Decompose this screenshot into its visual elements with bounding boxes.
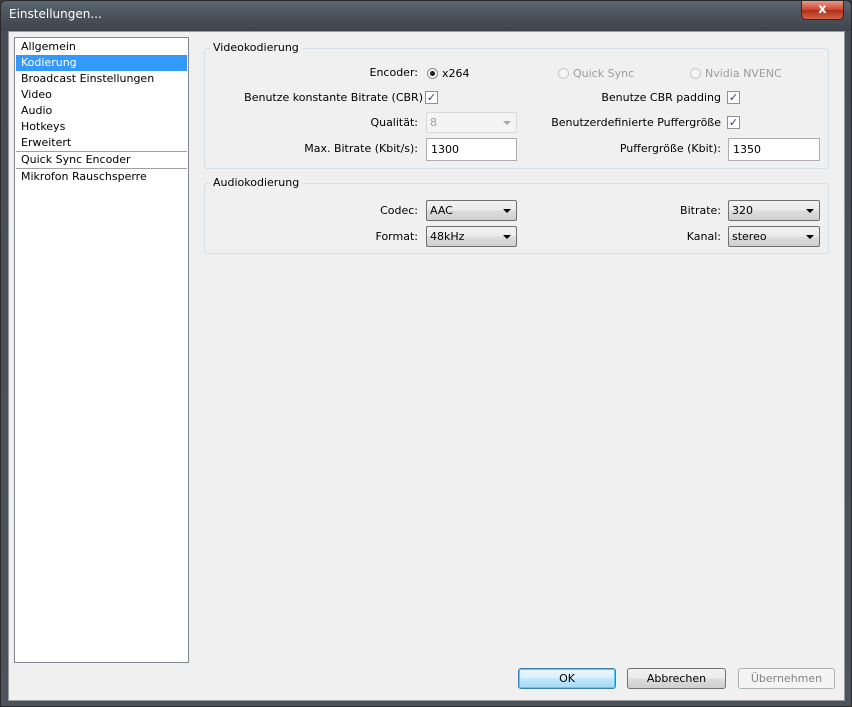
codec-select[interactable]: AAC (426, 200, 517, 221)
sidebar-item-quick-sync[interactable]: Quick Sync Encoder (16, 152, 187, 168)
sidebar-item-mikrofon[interactable]: Mikrofon Rauschsperre (16, 169, 187, 185)
max-bitrate-input[interactable]: 1300 (426, 138, 517, 161)
buffer-size-label: Puffergröße (Kbit): (619, 142, 721, 155)
settings-category-list[interactable]: Allgemein Kodierung Broadcast Einstellun… (14, 37, 189, 663)
sidebar-item-erweitert[interactable]: Erweitert (16, 135, 187, 151)
format-label: Format: (375, 230, 418, 243)
title-bar[interactable]: Einstellungen... x (1, 1, 851, 29)
cbr-padding-label[interactable]: Benutze CBR padding (601, 91, 721, 104)
audio-bitrate-select[interactable]: 320 (728, 200, 820, 221)
encoder-quicksync-label: Quick Sync (573, 67, 635, 80)
audio-encoding-group: Audiokodierung Codec: AAC Bitrate: 320 F… (204, 176, 829, 254)
settings-window: Einstellungen... x Allgemein Kodierung B… (0, 0, 852, 707)
codec-label: Codec: (380, 204, 418, 217)
sidebar-item-broadcast[interactable]: Broadcast Einstellungen (16, 71, 187, 87)
cbr-label[interactable]: Benutze konstante Bitrate (CBR) (244, 91, 423, 104)
sidebar-item-audio[interactable]: Audio (16, 103, 187, 119)
encoder-x264-label[interactable]: x264 (442, 67, 470, 80)
custom-buffer-label[interactable]: Benutzerdefinierte Puffergröße (551, 116, 721, 129)
audio-bitrate-label: Bitrate: (680, 204, 721, 217)
channel-select[interactable]: stereo (728, 226, 820, 247)
quality-label: Qualität: (370, 116, 418, 129)
buffer-size-input[interactable]: 1350 (728, 138, 820, 161)
encoder-nvenc-label: Nvidia NVENC (705, 67, 782, 80)
video-group-title: Videokodierung (210, 41, 302, 54)
cbr-checkbox[interactable]: ✓ (425, 91, 438, 104)
sidebar-item-video[interactable]: Video (16, 87, 187, 103)
apply-button: Übernehmen (738, 668, 835, 689)
custom-buffer-checkbox[interactable]: ✓ (727, 116, 740, 129)
window-title: Einstellungen... (9, 7, 102, 21)
chevron-down-icon (503, 235, 511, 239)
video-encoding-group: Videokodierung Encoder: x264 Quick Sync … (204, 41, 829, 169)
encoder-x264-radio[interactable] (427, 68, 438, 79)
close-icon: x (818, 2, 827, 17)
audio-group-title: Audiokodierung (210, 176, 303, 189)
max-bitrate-label: Max. Bitrate (Kbit/s): (304, 142, 418, 155)
encoder-nvenc-radio (690, 68, 701, 79)
cbr-padding-checkbox[interactable]: ✓ (727, 91, 740, 104)
format-select[interactable]: 48kHz (426, 226, 517, 247)
chevron-down-icon (806, 209, 814, 213)
sidebar-item-allgemein[interactable]: Allgemein (16, 39, 187, 55)
encoder-quicksync-radio (558, 68, 569, 79)
cancel-button[interactable]: Abbrechen (627, 668, 726, 689)
chevron-down-icon (503, 209, 511, 213)
chevron-down-icon (503, 121, 511, 125)
dialog-client-area: Allgemein Kodierung Broadcast Einstellun… (8, 31, 845, 701)
chevron-down-icon (806, 235, 814, 239)
close-button[interactable]: x (801, 1, 844, 20)
sidebar-item-hotkeys[interactable]: Hotkeys (16, 119, 187, 135)
channel-label: Kanal: (686, 230, 721, 243)
quality-select: 8 (426, 112, 517, 133)
ok-button[interactable]: OK (518, 668, 616, 689)
encoder-label: Encoder: (369, 66, 419, 79)
sidebar-item-kodierung[interactable]: Kodierung (16, 55, 187, 71)
